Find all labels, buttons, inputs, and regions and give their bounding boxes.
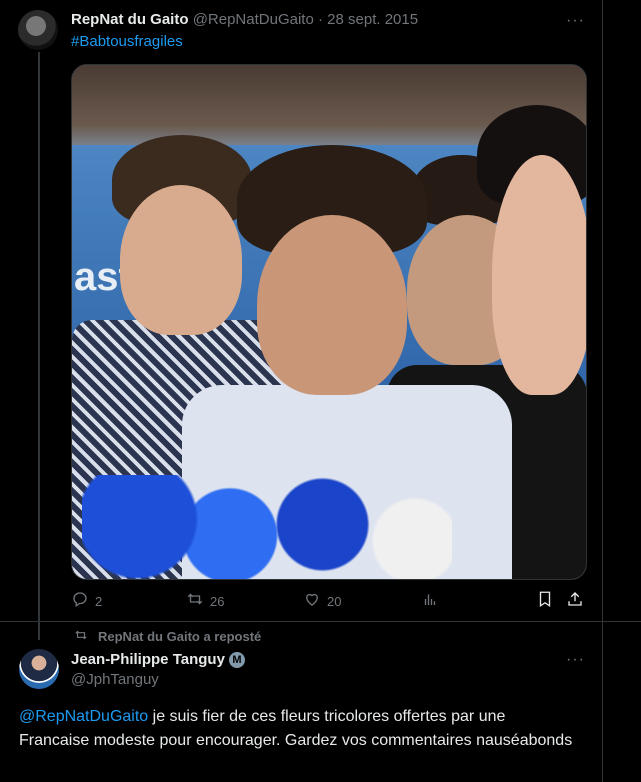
retweet-icon (74, 628, 88, 645)
heart-icon (303, 590, 321, 613)
share-button[interactable] (566, 590, 590, 613)
bookmark-icon (536, 590, 554, 613)
reply-icon (71, 590, 89, 613)
views-button[interactable] (421, 590, 445, 613)
display-name[interactable]: RepNat du Gaito (71, 11, 189, 28)
bookmark-button[interactable] (536, 590, 560, 613)
person-face (492, 155, 586, 395)
share-icon (566, 590, 584, 613)
retweet-icon (186, 590, 204, 613)
mention-link[interactable]: @RepNatDuGaito (19, 708, 148, 725)
more-options-icon[interactable]: ··· (566, 651, 585, 669)
retweet-button[interactable]: 26 (186, 590, 224, 613)
separator: · (313, 11, 328, 28)
handle[interactable]: @RepNatDuGaito (193, 11, 314, 28)
tweet-text: @RepNatDuGaito je suis fier de ces fleur… (19, 705, 579, 753)
handle[interactable]: @JphTanguy (71, 671, 159, 688)
tweet[interactable]: RepNat du Gaito @RepNatDuGaito · 28 sept… (0, 0, 641, 622)
hashtag-link[interactable]: #Babtousfragiles (71, 33, 183, 50)
more-options-icon[interactable]: ··· (566, 12, 585, 30)
blue-flowers (82, 475, 452, 579)
person-face (120, 185, 242, 335)
tweet-date[interactable]: 28 sept. 2015 (327, 11, 418, 28)
retweet-count: 26 (210, 594, 225, 609)
tweet-photo[interactable]: ast (71, 64, 587, 580)
avatar[interactable] (18, 10, 58, 50)
like-count: 20 (327, 594, 342, 609)
tweet-divider (0, 621, 641, 622)
reposted-by-label: RepNat du Gaito a reposté (98, 629, 262, 644)
tweet-header: Jean-Philippe Tanguy M (71, 651, 245, 668)
views-icon (421, 590, 439, 613)
like-button[interactable]: 20 (303, 590, 341, 613)
display-name[interactable]: Jean-Philippe Tanguy (71, 651, 225, 668)
reply-button[interactable]: 2 (71, 590, 102, 613)
repost-indicator[interactable]: RepNat du Gaito a reposté (74, 628, 261, 645)
tweet-actions: 2 26 20 (71, 590, 585, 612)
avatar[interactable] (19, 649, 59, 689)
tweet-header: RepNat du Gaito @RepNatDuGaito · 28 sept… (71, 11, 418, 28)
verified-badge-icon[interactable]: M (228, 651, 245, 668)
person-face (257, 215, 407, 395)
reply-count: 2 (95, 594, 103, 609)
